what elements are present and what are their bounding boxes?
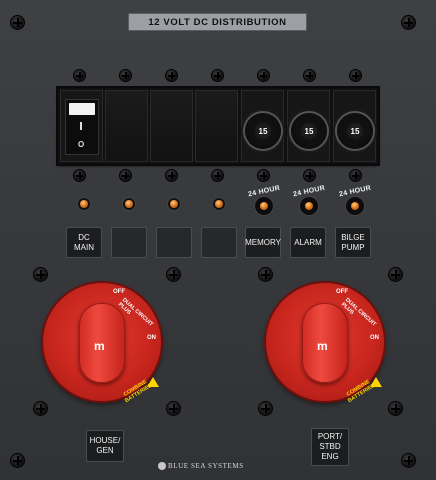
blank-breaker-slot [150, 90, 193, 162]
screw-icon [167, 402, 180, 415]
circuit-label-memory: MEMORY [245, 227, 281, 258]
off-position-label: OFF [113, 289, 125, 295]
screw-icon [212, 170, 223, 181]
screw-icon [212, 70, 223, 81]
screw-icon [120, 170, 131, 181]
circuit-label-blank [201, 227, 237, 258]
screw-icon [74, 70, 85, 81]
switch-label-port-stbd-eng: PORT/ STBD ENG [311, 428, 349, 466]
switch-label-text: PORT/ STBD ENG [317, 432, 343, 461]
screw-icon [259, 268, 272, 281]
fuse-slot-alarm: 15 [287, 90, 331, 162]
circuit-label-text: MEMORY [245, 237, 281, 247]
distribution-panel: 12 VOLT DC DISTRIBUTION O 100 15 15 [0, 0, 436, 480]
screw-icon [120, 70, 131, 81]
indicator-led [170, 200, 178, 208]
screw-icon [258, 70, 269, 81]
main-breaker-slot: O 100 [60, 90, 114, 162]
circuit-label-text: ALARM [294, 237, 322, 247]
switch-knob[interactable]: m [302, 303, 348, 383]
fuse-rating: 15 [347, 123, 363, 139]
indicator-led [125, 200, 133, 208]
screw-icon [389, 268, 402, 281]
circuit-label-dc-main: DC MAIN [66, 227, 102, 258]
fuse-slot-bilge: 15 [333, 90, 377, 162]
off-position-label: OFF [336, 289, 348, 295]
screw-icon [402, 454, 415, 467]
screw-icon [259, 402, 272, 415]
circuit-label-blank [156, 227, 192, 258]
brand-logo-icon [158, 462, 166, 470]
screw-icon [350, 170, 361, 181]
24-hour-indicator [255, 197, 273, 215]
screw-icon [258, 170, 269, 181]
fuse-holder[interactable]: 15 [241, 109, 285, 153]
screw-icon [167, 268, 180, 281]
brand-name: BLUE SEA SYSTEMS [168, 462, 244, 470]
battery-switch-house-gen[interactable]: OFF ON DUAL CIRCUIT PLUS m COMBINE BATTE… [43, 283, 161, 404]
switch-knob[interactable]: m [79, 303, 125, 383]
screw-icon [402, 16, 415, 29]
main-breaker[interactable]: O [65, 99, 99, 155]
screw-icon [350, 70, 361, 81]
switch-label-house-gen: HOUSE/ GEN [86, 430, 124, 462]
blank-breaker-slot [105, 90, 148, 162]
circuit-label-bilge-pump: BILGE PUMP [335, 227, 371, 258]
combine-batteries-text: COMBINE BATTERIES [122, 379, 154, 405]
breaker-on-mark [80, 122, 82, 130]
fuse-holder[interactable]: 15 [287, 109, 331, 153]
screw-icon [34, 268, 47, 281]
panel-title-plate: 12 VOLT DC DISTRIBUTION [128, 13, 307, 31]
battery-switch-port-stbd[interactable]: OFF ON DUAL CIRCUIT PLUS m COMBINE BATTE… [266, 283, 384, 404]
fuse-rating: 15 [255, 123, 271, 139]
indicator-led [80, 200, 88, 208]
circuit-label-text: BILGE PUMP [341, 232, 365, 252]
screw-icon [304, 70, 315, 81]
fuse-slot-memory: 15 [241, 90, 285, 162]
fuse-holder[interactable]: 15 [333, 109, 377, 153]
circuit-label-alarm: ALARM [290, 227, 326, 258]
knob-logo: m [94, 339, 105, 353]
breaker-bank: O 100 15 15 15 [58, 88, 378, 164]
fuse-rating: 15 [301, 123, 317, 139]
combine-batteries-text: COMBINE BATTERIES [345, 379, 377, 405]
24-hour-indicator [300, 197, 318, 215]
circuit-label-blank [111, 227, 147, 258]
screw-icon [166, 170, 177, 181]
blank-breaker-slot [195, 90, 238, 162]
screw-icon [74, 170, 85, 181]
screw-icon [389, 402, 402, 415]
screw-icon [304, 170, 315, 181]
circuit-label-text: DC MAIN [74, 232, 94, 252]
screw-icon [11, 16, 24, 29]
breaker-off-mark: O [78, 140, 85, 149]
panel-title: 12 VOLT DC DISTRIBUTION [148, 16, 287, 28]
screw-icon [11, 454, 24, 467]
breaker-toggle[interactable] [69, 103, 95, 115]
24-hour-indicator [346, 197, 364, 215]
switch-label-text: HOUSE/ GEN [89, 436, 121, 455]
screw-icon [34, 402, 47, 415]
screw-icon [166, 70, 177, 81]
knob-logo: m [317, 339, 328, 353]
indicator-led [215, 200, 223, 208]
